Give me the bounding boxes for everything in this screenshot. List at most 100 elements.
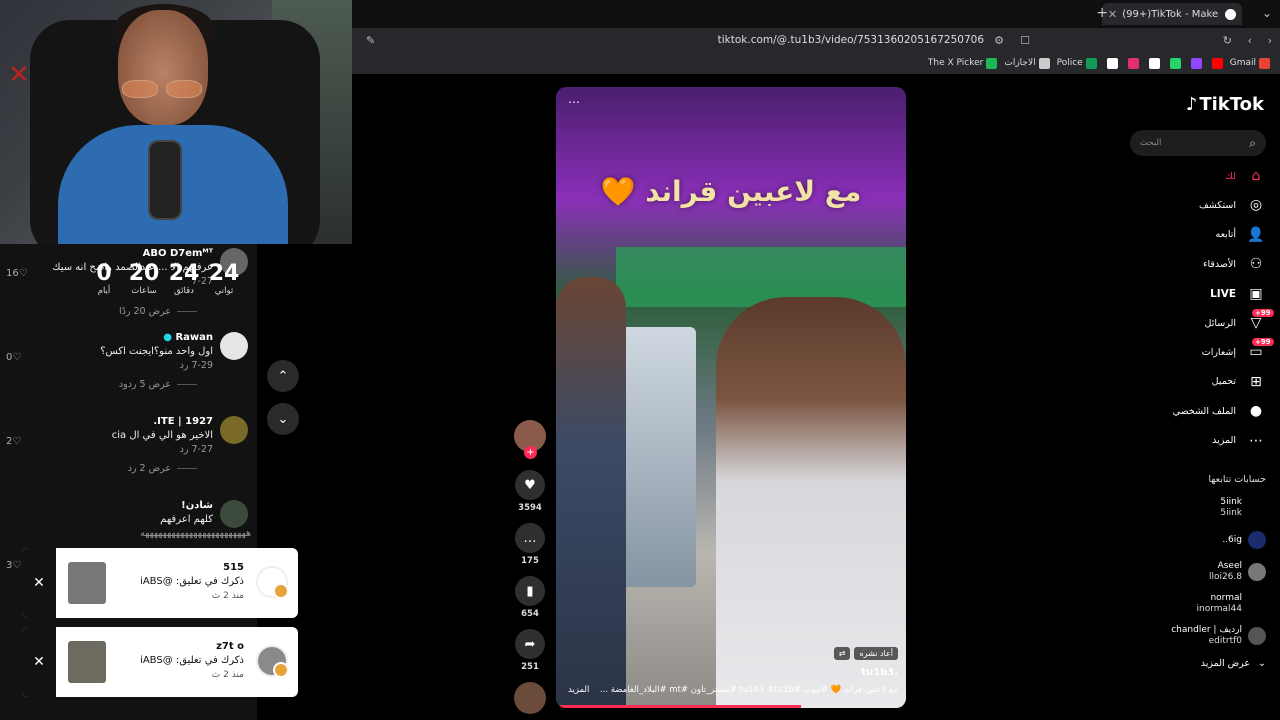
more-options-icon[interactable]: ⋯ (568, 95, 580, 109)
bookmark-item[interactable]: Gmail (1229, 57, 1270, 69)
followed-account[interactable]: Aseel lloi26.8 (1130, 558, 1266, 586)
site-settings-icon[interactable]: ⚙ (994, 34, 1004, 47)
next-video-button[interactable]: ⌄ (267, 403, 299, 435)
account-handle: editrtf0 (1208, 636, 1242, 646)
sidebar-nav-item[interactable]: ▽ 99+ الرسائل (1130, 309, 1274, 335)
repost-icon[interactable]: ⇄ (833, 647, 851, 660)
avatar[interactable] (220, 332, 248, 360)
sidebar-nav-item[interactable]: ▣ LIVE (1130, 282, 1266, 306)
avatar[interactable] (256, 645, 289, 678)
window-controls[interactable]: ⌄ (1262, 6, 1272, 20)
sidebar-nav-item[interactable]: 👤 أتابعه (1130, 223, 1266, 247)
video-player[interactable]: ⋯ مع لاعبين قراند 🧡 أعاد نشره ⇄ tu1b3. م… (556, 87, 906, 708)
account-handle: 5iink (1220, 508, 1242, 518)
sidebar-nav-item[interactable]: ▭ 99+ إشعارات (1130, 338, 1274, 364)
sidebar-nav-item[interactable]: ⊞ تحميل (1130, 370, 1266, 394)
view-replies-button[interactable]: عرض 2 رد (128, 463, 197, 474)
sidebar-nav-item[interactable]: ● الملف الشخصي (1130, 399, 1266, 423)
notification-text: ذكرك في تعليق: @iABS (140, 655, 244, 666)
comment-username[interactable]: شادن! (181, 500, 213, 511)
new-tab-icon[interactable]: + (1096, 5, 1108, 21)
comment-likes[interactable]: 2♡ (6, 436, 21, 447)
browser-tab[interactable]: (99+)TikTok - Make Your Day ✕ (1102, 3, 1242, 25)
bookmark-item[interactable] (1188, 57, 1202, 69)
sidebar-nav-label: لك (1225, 170, 1236, 182)
video-progress-bar[interactable] (556, 705, 801, 708)
video-author[interactable]: tu1b3. (861, 667, 898, 678)
search-input[interactable]: ⌕ البحث (1130, 130, 1266, 156)
tiktok-icon (1106, 57, 1118, 69)
avatar (1248, 595, 1266, 613)
sidebar-nav-item[interactable]: ⌂ لك (1130, 164, 1266, 188)
video-thumbnail[interactable] (68, 562, 106, 604)
video-description: مع لاعبين قراند 🧡 #تيوب #tu1b3 #tu1b #مس… (599, 685, 898, 695)
list-icon (1038, 57, 1050, 69)
previous-video-button[interactable]: ⌃ (267, 360, 299, 392)
bookmark-item[interactable]: Police (1057, 57, 1097, 69)
notification-time: منذ 2 ث (211, 670, 244, 680)
sidebar-nav-item[interactable]: ⋯ المزيد (1130, 429, 1266, 453)
avatar[interactable] (220, 500, 248, 528)
bookmark-star-icon[interactable]: ☐ (1020, 34, 1030, 47)
bookmark-label: Gmail (1229, 58, 1256, 68)
followed-account[interactable]: اردیف | chandler editrtf0 (1130, 622, 1266, 650)
bookmark-item[interactable] (1125, 57, 1139, 69)
bookmark-item[interactable]: The X Picker (928, 57, 998, 69)
see-more-link[interactable]: المزيد (568, 685, 589, 695)
comment-username[interactable]: ABO D7emᴹᵀ (143, 248, 213, 259)
back-icon[interactable]: ‹ (1248, 34, 1252, 47)
comment-username[interactable]: 1927 | ITE. (153, 416, 213, 427)
tiktok-logo[interactable]: ♪ TikTok (1186, 94, 1264, 115)
comment-button[interactable]: … (515, 523, 545, 553)
mention-notification[interactable]: ✕ z7t o ذكرك في تعليق: @iABS منذ 2 ث (22, 627, 298, 697)
countdown-label: أيام (97, 286, 111, 296)
close-icon[interactable]: ✕ (22, 548, 56, 618)
followed-account[interactable]: 5iink 5iink (1130, 494, 1266, 522)
sidebar-nav-item[interactable]: ⚇ الأصدقاء (1130, 252, 1266, 276)
video-thumbnail[interactable] (68, 641, 106, 683)
view-replies-button[interactable]: عرض 20 ردًا (119, 306, 197, 317)
bookmark-item[interactable] (1167, 57, 1181, 69)
see-more-accounts-button[interactable]: ⌄ عرض المزيد (1201, 658, 1266, 669)
like-button[interactable]: ♥ (515, 470, 545, 500)
bookmark-item[interactable]: الاجازات (1004, 57, 1050, 69)
close-icon[interactable]: ✕ (22, 627, 56, 697)
countdown-label: ثواني (214, 286, 234, 296)
bookmark-item[interactable] (1209, 57, 1223, 69)
bookmark-item[interactable] (1146, 57, 1160, 69)
url-field[interactable]: tiktok.com/@.tu1b3/video/753136020516725… (718, 34, 984, 46)
avatar[interactable] (220, 416, 248, 444)
sheets-icon (1085, 57, 1097, 69)
comment-username[interactable]: Rawan ● (163, 332, 213, 343)
comment-likes[interactable]: 3♡ (6, 560, 21, 571)
sidebar-nav-item[interactable]: ◎ استكشف (1130, 193, 1266, 217)
followed-account[interactable]: 6ig.. (1130, 526, 1266, 554)
search-icon[interactable]: ⌕ (1249, 136, 1256, 151)
account-handle: inormal44 (1196, 604, 1243, 614)
forward-icon[interactable]: › (1268, 34, 1272, 47)
followed-account[interactable]: normal inormal44 (1130, 590, 1266, 618)
follow-plus-icon[interactable]: + (524, 446, 537, 459)
notification-username: z7t o (216, 641, 244, 652)
countdown-value: 24 (168, 261, 200, 286)
comment-likes[interactable]: 0♡ (6, 352, 21, 363)
close-icon[interactable]: ✕ (1108, 8, 1117, 21)
sidebar-nav-label: تحميل (1211, 376, 1236, 388)
comment-likes[interactable]: 16♡ (6, 268, 28, 279)
avatar (1248, 499, 1266, 517)
author-avatar[interactable]: + (514, 420, 546, 459)
avatar[interactable] (256, 566, 289, 599)
extension-icon[interactable]: ✎ (366, 34, 375, 47)
sound-avatar[interactable] (514, 682, 546, 714)
reload-icon[interactable]: ↻ (1223, 34, 1232, 47)
account-text: اردیف | chandler editrtf0 (1171, 625, 1242, 647)
share-button[interactable]: ➦ (515, 629, 545, 659)
streamer-face (118, 10, 208, 125)
chevron-up-icon: ⌃ (277, 368, 289, 384)
share-count: 251 (521, 662, 539, 672)
view-replies-button[interactable]: عرض 5 ردود (119, 379, 197, 390)
bookmark-item[interactable] (1104, 57, 1118, 69)
save-button[interactable]: ▮ (515, 576, 545, 606)
mention-notification[interactable]: ✕ 515 ذكرك في تعليق: @iABS منذ 2 ث (22, 548, 298, 618)
home-icon: ⌂ (1251, 168, 1261, 184)
